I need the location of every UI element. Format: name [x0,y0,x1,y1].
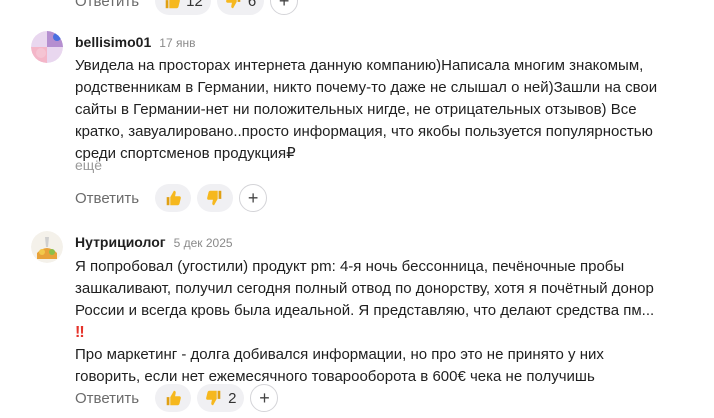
comment-header: bellisimo01 17 янв [75,34,195,50]
comment-text: Я попробовал (угостили) продукт pm: 4-я … [75,256,705,388]
comment-text: Увидела на просторах интернета данную ко… [75,55,705,165]
author-name[interactable]: bellisimo01 [75,34,151,50]
avatar-image [31,31,63,63]
dislike-count: 2 [228,389,237,407]
comment-line: Про маркетинг - долга добивался информац… [75,346,604,363]
thumbs-down-icon [206,390,221,406]
comment-actions: Ответить 2 + [75,383,279,413]
avatar-image [31,231,63,263]
comment-line: России и всегда кровь была идеальной. Я … [75,302,655,319]
comment-date: 5 дек 2025 [173,236,233,250]
avatar[interactable] [31,231,63,263]
author-name[interactable]: Нутрициолог [75,234,166,250]
thumbs-down-icon [207,190,222,206]
dislike-button[interactable]: 6 [216,0,265,15]
comment-line: среди спортсменов продукция₽ [75,145,296,162]
thumbs-up-icon [165,0,181,9]
add-reaction-button[interactable]: + [239,184,268,212]
double-exclamation-emoji: ‼ [75,324,85,341]
dislike-count: 6 [247,0,257,10]
dislike-button[interactable] [197,184,234,212]
comment-line: сайты в Германии-нет ни положительных ни… [75,101,637,118]
show-more-link[interactable]: ещё [75,157,102,173]
thumbs-up-icon [166,390,182,406]
comment-header: Нутрициолог 5 дек 2025 [75,234,233,250]
like-button[interactable]: 12 [155,0,211,15]
thumbs-up-icon [166,190,182,206]
add-reaction-button[interactable]: + [270,0,299,15]
comment-line: Увидела на просторах интернета данную ко… [75,57,644,74]
comment-actions: Ответить + [75,183,268,213]
thumbs-down-icon [225,0,241,9]
comment-line: родственникам в Германии, никто почему-т… [75,79,658,96]
comment-date: 17 янв [159,36,196,50]
like-button[interactable] [155,184,192,212]
reply-button[interactable]: Ответить [75,390,139,407]
comment-line: Я попробовал (угостили) продукт pm: 4-я … [75,258,625,275]
reply-button[interactable]: Ответить [75,0,139,10]
avatar[interactable] [31,31,63,63]
reply-button[interactable]: Ответить [75,190,139,207]
add-reaction-button[interactable]: + [250,384,279,412]
previous-comment-actions: Ответить 12 6 + [75,0,299,16]
comment-line: зашкаливают, получил сегодня полный отво… [75,280,654,297]
comment-line: кратко, завуалировано..просто информация… [75,123,653,140]
dislike-button[interactable]: 2 [197,384,245,412]
like-button[interactable] [155,384,192,412]
like-count: 12 [186,0,203,10]
